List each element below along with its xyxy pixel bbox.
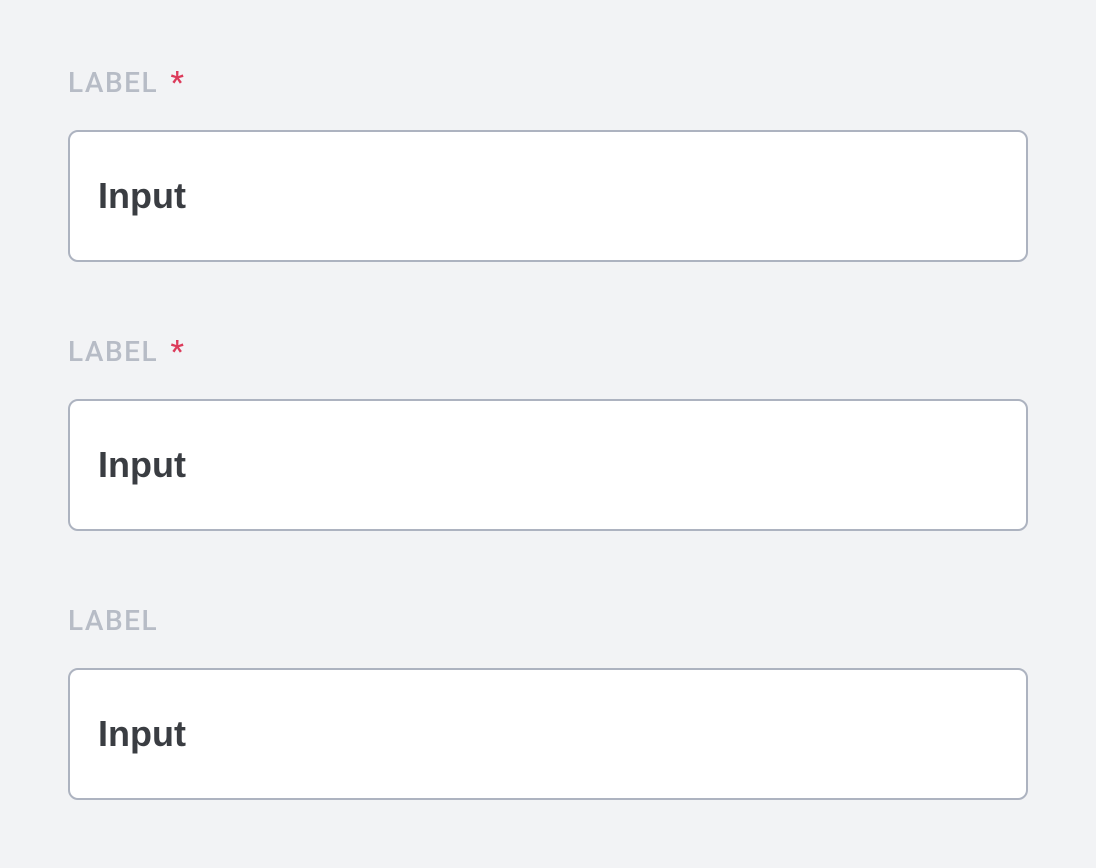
field-label-1: LABEL *	[68, 65, 1028, 100]
label-text-1: LABEL	[68, 66, 158, 99]
text-input-1[interactable]	[68, 130, 1028, 262]
field-label-3: LABEL	[68, 603, 1028, 638]
form-field-1: LABEL *	[68, 65, 1028, 262]
label-text-2: LABEL	[68, 335, 158, 368]
text-input-3[interactable]	[68, 668, 1028, 800]
form-field-3: LABEL	[68, 603, 1028, 800]
required-asterisk-2: *	[171, 334, 186, 369]
required-asterisk-1: *	[171, 65, 186, 100]
field-label-2: LABEL *	[68, 334, 1028, 369]
label-text-3: LABEL	[68, 604, 158, 637]
text-input-2[interactable]	[68, 399, 1028, 531]
form-field-2: LABEL *	[68, 334, 1028, 531]
